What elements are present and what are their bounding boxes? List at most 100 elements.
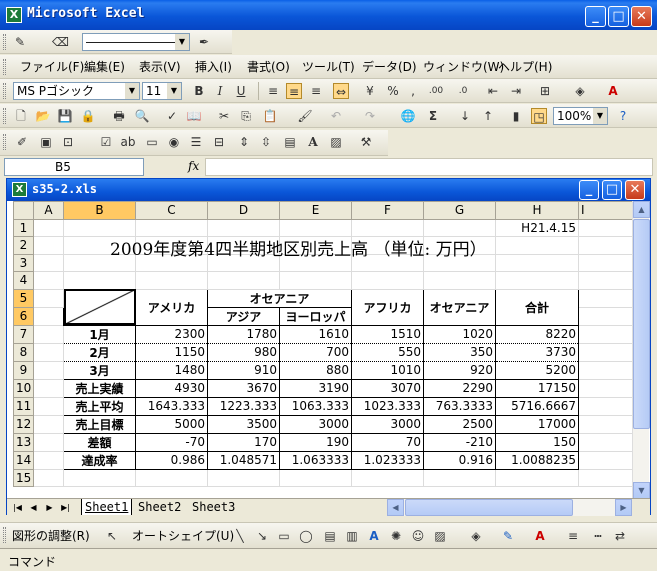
header-oceania-group[interactable]: オセアニア xyxy=(207,288,352,308)
cell[interactable] xyxy=(33,253,64,272)
close-button[interactable]: ✕ xyxy=(631,6,652,27)
fill-bucket-icon[interactable]: ◈ xyxy=(468,528,484,544)
new-icon[interactable]: 🗋 xyxy=(13,108,29,124)
hyperlink-icon[interactable]: 🌐 xyxy=(400,108,416,124)
data-cell[interactable]: 1510 xyxy=(351,324,424,344)
data-cell[interactable]: 980 xyxy=(207,342,280,362)
merge-center-icon[interactable]: ⇔ xyxy=(333,83,349,99)
fill-color-icon[interactable]: ◈ xyxy=(572,83,588,99)
col-header-c[interactable]: C xyxy=(135,201,208,220)
cell[interactable] xyxy=(279,218,352,237)
data-cell[interactable]: 2290 xyxy=(423,378,496,398)
cell[interactable] xyxy=(33,324,64,344)
cell[interactable] xyxy=(578,450,633,470)
format-painter-icon[interactable]: 🖌 xyxy=(297,108,313,124)
outdent-icon[interactable]: ⇤ xyxy=(485,83,501,99)
row-header[interactable]: 10 xyxy=(13,378,34,398)
data-cell[interactable]: 190 xyxy=(279,432,352,452)
cell[interactable] xyxy=(279,271,352,290)
row-header[interactable]: 14 xyxy=(13,450,34,470)
row-label[interactable]: 1月 xyxy=(63,324,136,344)
vertical-scrollbar[interactable]: ▲ ▼ xyxy=(632,201,650,499)
align-right-icon[interactable]: ≡ xyxy=(308,83,324,99)
data-cell[interactable]: 3190 xyxy=(279,378,352,398)
dash-style-icon[interactable]: ┅ xyxy=(590,528,606,544)
clipart-icon[interactable]: ☺ xyxy=(410,528,426,544)
data-cell[interactable]: 920 xyxy=(423,360,496,380)
col-header-i[interactable]: I xyxy=(578,201,633,220)
cell[interactable] xyxy=(578,253,633,272)
header-total[interactable]: 合計 xyxy=(495,288,579,326)
cell[interactable] xyxy=(33,432,64,452)
drawing-icon[interactable]: ◳ xyxy=(531,108,547,124)
listbox-icon[interactable]: ☰ xyxy=(188,134,204,150)
row-header[interactable]: 5 xyxy=(13,288,34,308)
header-asia[interactable]: アジア xyxy=(207,306,280,326)
cell[interactable] xyxy=(63,271,136,290)
rectangle-icon[interactable]: ▭ xyxy=(276,528,292,544)
borders-icon[interactable]: ⊞ xyxy=(537,83,553,99)
cell[interactable] xyxy=(207,271,280,290)
cell[interactable] xyxy=(33,271,64,290)
font-color-button[interactable]: A xyxy=(605,83,621,99)
col-header-e[interactable]: E xyxy=(279,201,352,220)
row-label[interactable]: 売上平均 xyxy=(63,396,136,416)
print-preview-icon[interactable]: 🔍 xyxy=(134,108,150,124)
currency-icon[interactable]: ¥ xyxy=(362,83,378,99)
menu-insert[interactable]: 挿入(I) xyxy=(195,58,232,76)
col-header-d[interactable]: D xyxy=(207,201,280,220)
diagram-icon[interactable]: ✺ xyxy=(388,528,404,544)
cell[interactable] xyxy=(495,468,579,487)
line-style-select[interactable]: ―――――――― ▼ xyxy=(82,33,190,51)
col-header-f[interactable]: F xyxy=(351,201,424,220)
title-cell[interactable]: 2009年度第4四半期地区別売上高 （単位: 万円） xyxy=(63,236,487,260)
cell[interactable] xyxy=(33,450,64,470)
row-header[interactable]: 7 xyxy=(13,324,34,344)
research-icon[interactable]: 📖 xyxy=(186,108,202,124)
scroll-left-icon[interactable]: ◀ xyxy=(387,499,404,516)
data-cell[interactable]: 4930 xyxy=(135,378,208,398)
cell[interactable] xyxy=(578,288,633,308)
textbox-draw-icon[interactable]: ▤ xyxy=(322,528,338,544)
shape-adjust-menu[interactable]: 図形の調整(R) xyxy=(12,527,90,545)
data-cell[interactable]: 3000 xyxy=(279,414,352,434)
formula-input[interactable] xyxy=(205,158,653,176)
open-icon[interactable]: 📂 xyxy=(35,108,51,124)
oval-icon[interactable]: ◯ xyxy=(298,528,314,544)
col-header-h[interactable]: H xyxy=(495,201,579,220)
font-select[interactable]: MS Pゴシック ▼ xyxy=(13,82,140,100)
data-cell[interactable]: 763.3333 xyxy=(423,396,496,416)
data-cell[interactable]: 1.0088235 xyxy=(495,450,579,470)
cell[interactable] xyxy=(33,236,64,255)
data-cell[interactable]: 3000 xyxy=(351,414,424,434)
data-cell[interactable]: 2500 xyxy=(423,414,496,434)
cell[interactable] xyxy=(33,342,64,362)
spinner-icon[interactable]: ⇳ xyxy=(258,134,274,150)
row-header[interactable]: 11 xyxy=(13,396,34,416)
cell[interactable] xyxy=(578,306,633,326)
menu-edit[interactable]: 編集(E) xyxy=(84,58,125,76)
row-header[interactable]: 3 xyxy=(13,253,34,272)
last-sheet-icon[interactable]: ▶| xyxy=(59,501,72,514)
vertical-scroll-thumb[interactable] xyxy=(633,219,650,429)
cell[interactable] xyxy=(423,468,496,487)
wordart-icon[interactable]: A xyxy=(305,134,321,150)
row-label[interactable]: 2月 xyxy=(63,342,136,362)
button-icon[interactable]: ▭ xyxy=(144,134,160,150)
cell[interactable] xyxy=(207,218,280,237)
edit-form-icon[interactable]: ▣ xyxy=(38,134,54,150)
scrollbar-icon[interactable]: ⇕ xyxy=(236,134,252,150)
cell[interactable] xyxy=(578,432,633,452)
italic-button[interactable]: I xyxy=(212,83,228,99)
cell[interactable] xyxy=(33,218,64,237)
data-cell[interactable]: 8220 xyxy=(495,324,579,344)
select-all[interactable] xyxy=(13,201,34,220)
data-cell[interactable]: 1223.333 xyxy=(207,396,280,416)
scroll-down-icon[interactable]: ▼ xyxy=(633,482,650,499)
cell[interactable] xyxy=(578,271,633,290)
indent-icon[interactable]: ⇥ xyxy=(508,83,524,99)
data-cell[interactable]: 17150 xyxy=(495,378,579,398)
cell[interactable] xyxy=(578,342,633,362)
data-cell[interactable]: 550 xyxy=(351,342,424,362)
cell[interactable] xyxy=(495,236,579,255)
